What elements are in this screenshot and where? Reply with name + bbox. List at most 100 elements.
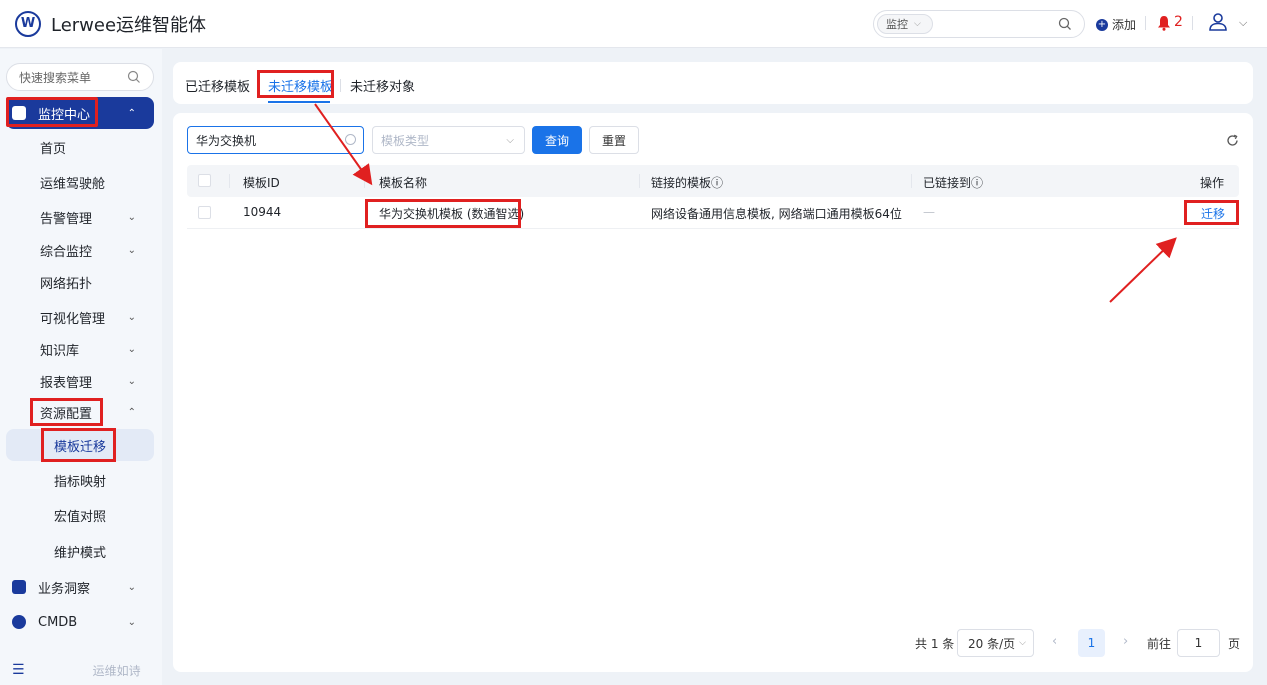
global-search-input[interactable]: [938, 15, 1048, 33]
column-header-id: 模板ID: [243, 176, 280, 190]
alert-count-badge[interactable]: 2: [1174, 14, 1183, 30]
cell-template-name: 华为交换机模板 (数通智选): [379, 207, 525, 221]
pagination-total: 共 1 条: [915, 636, 955, 651]
insight-icon: [12, 580, 26, 594]
sidebar-item-template-migration[interactable]: 模板迁移: [6, 429, 154, 461]
sidebar-item-label: 监控中心: [38, 107, 91, 123]
menu-search-placeholder: 快速搜索菜单: [19, 70, 92, 85]
menu-search-input[interactable]: 快速搜索菜单: [6, 63, 154, 91]
sidebar-item-label: 业务洞察: [38, 581, 91, 597]
add-button-label: 添加: [1112, 18, 1137, 32]
sidebar-item-resource-config[interactable]: 资源配置 ⌃: [6, 396, 154, 428]
app-logo-icon: W: [15, 10, 41, 37]
chevron-down-icon[interactable]: ⌵: [1239, 16, 1247, 30]
chevron-down-icon: ⌄: [127, 211, 136, 223]
sidebar-item-label: 综合监控: [40, 244, 93, 260]
template-name-value: 华为交换机: [196, 133, 257, 148]
sidebar-item-macro-mapping[interactable]: 宏值对照: [6, 499, 154, 531]
next-page-icon[interactable]: ›: [1123, 634, 1128, 649]
sidebar-item-label: 模板迁移: [54, 439, 107, 455]
add-button[interactable]: + 添加: [1096, 16, 1136, 33]
row-checkbox[interactable]: [198, 206, 211, 219]
sidebar-item-label: 报表管理: [40, 375, 93, 391]
table-row: 10944 华为交换机模板 (数通智选) 网络设备通用信息模板, 网络端口通用模…: [187, 197, 1239, 229]
sidebar-item-alert-management[interactable]: 告警管理 ⌄: [6, 201, 154, 233]
migrate-link[interactable]: 迁移: [1201, 205, 1225, 222]
search-scope-select[interactable]: 监控 ⌵: [877, 14, 933, 34]
user-icon[interactable]: [1208, 12, 1228, 32]
chevron-down-icon: ⌄: [127, 581, 136, 593]
sidebar-item-reports[interactable]: 报表管理 ⌄: [6, 365, 154, 397]
page-unit-label: 页: [1228, 636, 1241, 651]
cell-linked-templates: 网络设备通用信息模板, 网络端口通用模板64位: [651, 207, 902, 221]
sidebar-item-label: 首页: [40, 141, 67, 157]
app-title: Lerwee运维智能体: [51, 14, 207, 36]
tab-unmigrated-templates[interactable]: 未迁移模板: [268, 76, 333, 95]
reset-button[interactable]: 重置: [589, 126, 639, 154]
column-divider: [911, 174, 912, 188]
refresh-icon[interactable]: [1226, 134, 1239, 147]
prev-page-icon[interactable]: ‹: [1052, 634, 1057, 649]
sidebar-item-metric-mapping[interactable]: 指标映射: [6, 464, 154, 496]
sidebar-item-business-insight[interactable]: 业务洞察 ⌄: [6, 571, 154, 603]
cube-icon: [12, 615, 26, 629]
page-size-select[interactable]: 20 条/页 ⌵: [957, 629, 1034, 657]
template-name-input[interactable]: 华为交换机: [187, 126, 364, 154]
goto-page-input[interactable]: 1: [1177, 629, 1220, 657]
tab-migrated-templates[interactable]: 已迁移模板: [185, 76, 250, 95]
active-tab-indicator: [268, 101, 330, 103]
sidebar-item-label: 网络拓扑: [40, 276, 93, 292]
chevron-down-icon: ⌄: [127, 375, 136, 387]
sidebar-item-label: 告警管理: [40, 211, 93, 227]
chevron-up-icon: ⌃: [127, 406, 136, 418]
sidebar-item-maintenance-mode[interactable]: 维护模式: [6, 535, 154, 567]
bell-icon[interactable]: [1157, 15, 1171, 31]
sidebar-item-monitoring-center[interactable]: 监控中心 ⌃: [6, 97, 154, 129]
select-all-checkbox[interactable]: [198, 174, 211, 187]
add-icon: +: [1096, 18, 1108, 31]
chevron-down-icon: ⌵: [1019, 638, 1026, 648]
query-button[interactable]: 查询: [532, 126, 582, 154]
table-header: 模板ID 模板名称 链接的模板ⓘ 已链接到ⓘ 操作: [187, 165, 1239, 197]
column-divider: [229, 174, 230, 188]
sidebar-item-label: 宏值对照: [54, 509, 107, 525]
sidebar-item-integrated-monitoring[interactable]: 综合监控 ⌄: [6, 234, 154, 266]
column-header-actions: 操作: [1200, 176, 1225, 190]
template-type-placeholder: 模板类型: [381, 133, 430, 148]
header-divider: [1192, 16, 1193, 30]
chevron-down-icon: ⌄: [127, 343, 136, 355]
chevron-up-icon: ⌃: [127, 107, 136, 119]
sidebar-item-label: CMDB: [38, 614, 78, 630]
tab-unmigrated-objects[interactable]: 未迁移对象: [350, 76, 415, 95]
chevron-down-icon: ⌵: [506, 134, 514, 146]
collapse-menu-icon[interactable]: ☰: [12, 662, 25, 678]
cell-template-id: 10944: [243, 205, 282, 219]
column-header-name: 模板名称: [379, 176, 428, 190]
global-search-box[interactable]: 监控 ⌵: [873, 10, 1085, 38]
goto-label: 前往: [1147, 636, 1172, 651]
chevron-down-icon: ⌄: [127, 244, 136, 256]
column-header-linked-to: 已链接到ⓘ: [923, 176, 984, 190]
sidebar-item-label: 可视化管理: [40, 311, 106, 327]
header-divider: [1145, 16, 1146, 30]
tab-divider: [340, 79, 341, 92]
page-number-current[interactable]: 1: [1078, 629, 1105, 657]
chevron-down-icon: ⌵: [914, 19, 921, 29]
sidebar-item-knowledge-base[interactable]: 知识库 ⌄: [6, 333, 154, 365]
sidebar-item-cmdb[interactable]: CMDB ⌄: [6, 606, 154, 638]
clear-icon[interactable]: [345, 134, 356, 145]
search-icon[interactable]: [1058, 17, 1072, 31]
sidebar-item-visualization[interactable]: 可视化管理 ⌄: [6, 301, 154, 333]
column-divider: [639, 174, 640, 188]
sidebar-item-home[interactable]: 首页: [6, 131, 154, 163]
sidebar: 快速搜索菜单 监控中心 ⌃ 首页 运维驾驶舱 告警管理 ⌄ 综合监控 ⌄ 网络拓扑 …: [0, 49, 162, 685]
sidebar-footer: ☰ 运维如诗: [0, 655, 162, 685]
sidebar-item-label: 指标映射: [54, 474, 107, 490]
column-header-linked-templates: 链接的模板ⓘ: [651, 176, 724, 190]
sidebar-item-network-topology[interactable]: 网络拓扑: [6, 266, 154, 298]
sidebar-item-cockpit[interactable]: 运维驾驶舱: [6, 166, 154, 198]
sidebar-item-label: 维护模式: [54, 545, 107, 561]
sidebar-item-label: 资源配置: [40, 406, 93, 422]
template-type-select[interactable]: 模板类型 ⌵: [372, 126, 525, 154]
page-size-label: 20 条/页: [968, 636, 1016, 651]
